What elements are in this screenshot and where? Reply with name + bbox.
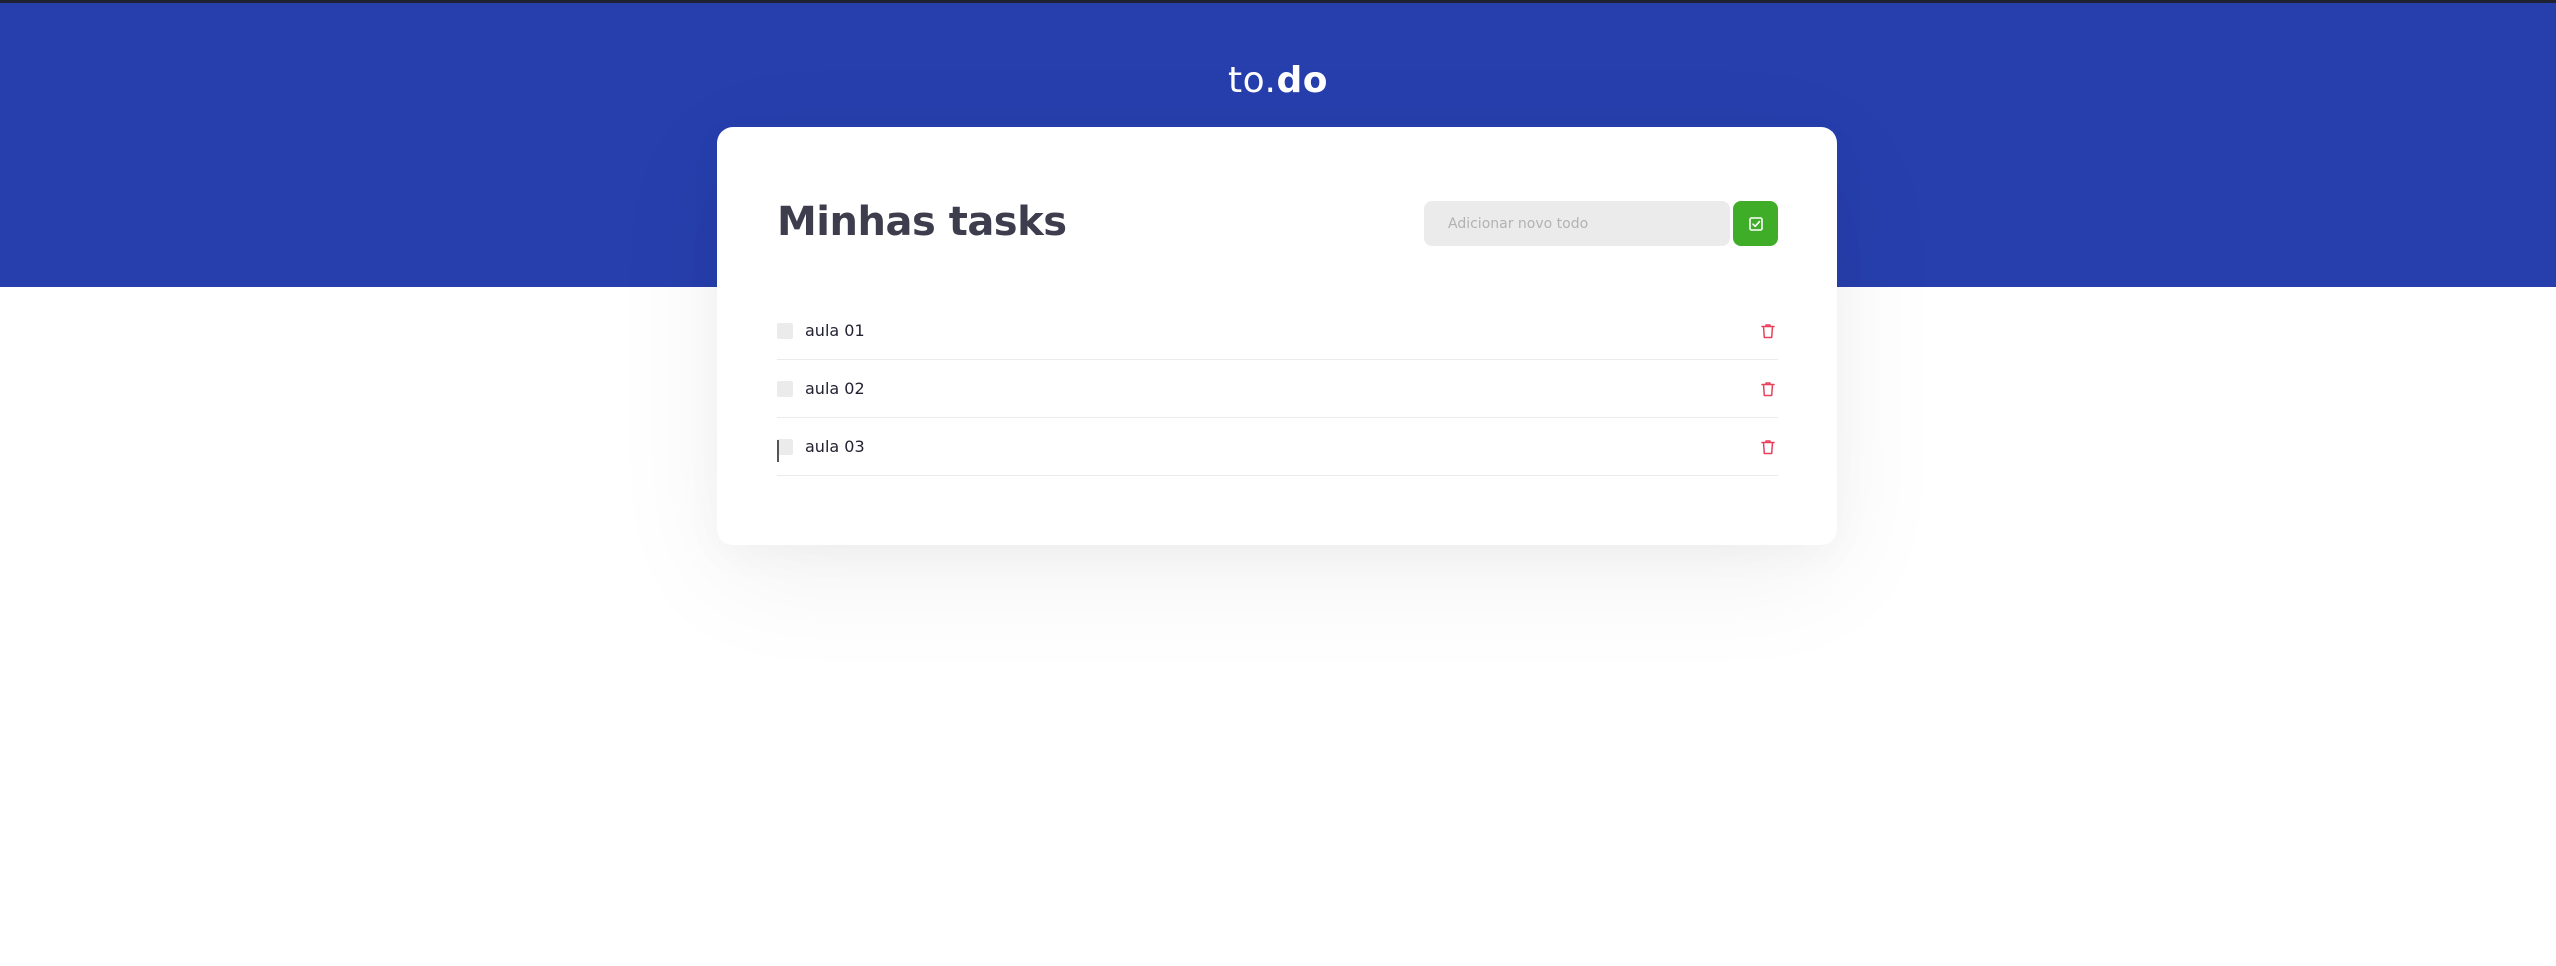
list-item: aula 03 xyxy=(777,418,1778,476)
delete-task-button[interactable] xyxy=(1758,321,1778,341)
task-label: aula 01 xyxy=(805,321,865,340)
checkbox-add-icon xyxy=(1748,216,1763,231)
text-cursor xyxy=(777,440,779,462)
list-item: aula 01 xyxy=(777,302,1778,360)
task-label: aula 02 xyxy=(805,379,865,398)
trash-icon xyxy=(1761,381,1775,396)
app-logo: to.do xyxy=(0,60,2556,101)
add-todo-button[interactable] xyxy=(1733,201,1778,246)
logo-light-text: to. xyxy=(1228,60,1277,101)
task-list: aula 01 aula 02 aula 03 xyxy=(777,302,1778,476)
task-label: aula 03 xyxy=(805,437,865,456)
task-checkbox[interactable] xyxy=(777,380,793,397)
task-checkbox[interactable] xyxy=(777,322,793,339)
delete-task-button[interactable] xyxy=(1758,437,1778,457)
logo-bold-text: do xyxy=(1276,60,1328,101)
page-title: Minhas tasks xyxy=(777,199,1067,245)
new-todo-input[interactable] xyxy=(1424,201,1730,246)
list-item: aula 02 xyxy=(777,360,1778,418)
trash-icon xyxy=(1761,439,1775,454)
task-checkbox[interactable] xyxy=(777,438,793,455)
task-list-card: Minhas tasks aula 01 aula 02 xyxy=(717,127,1837,545)
delete-task-button[interactable] xyxy=(1758,379,1778,399)
trash-icon xyxy=(1761,323,1775,338)
